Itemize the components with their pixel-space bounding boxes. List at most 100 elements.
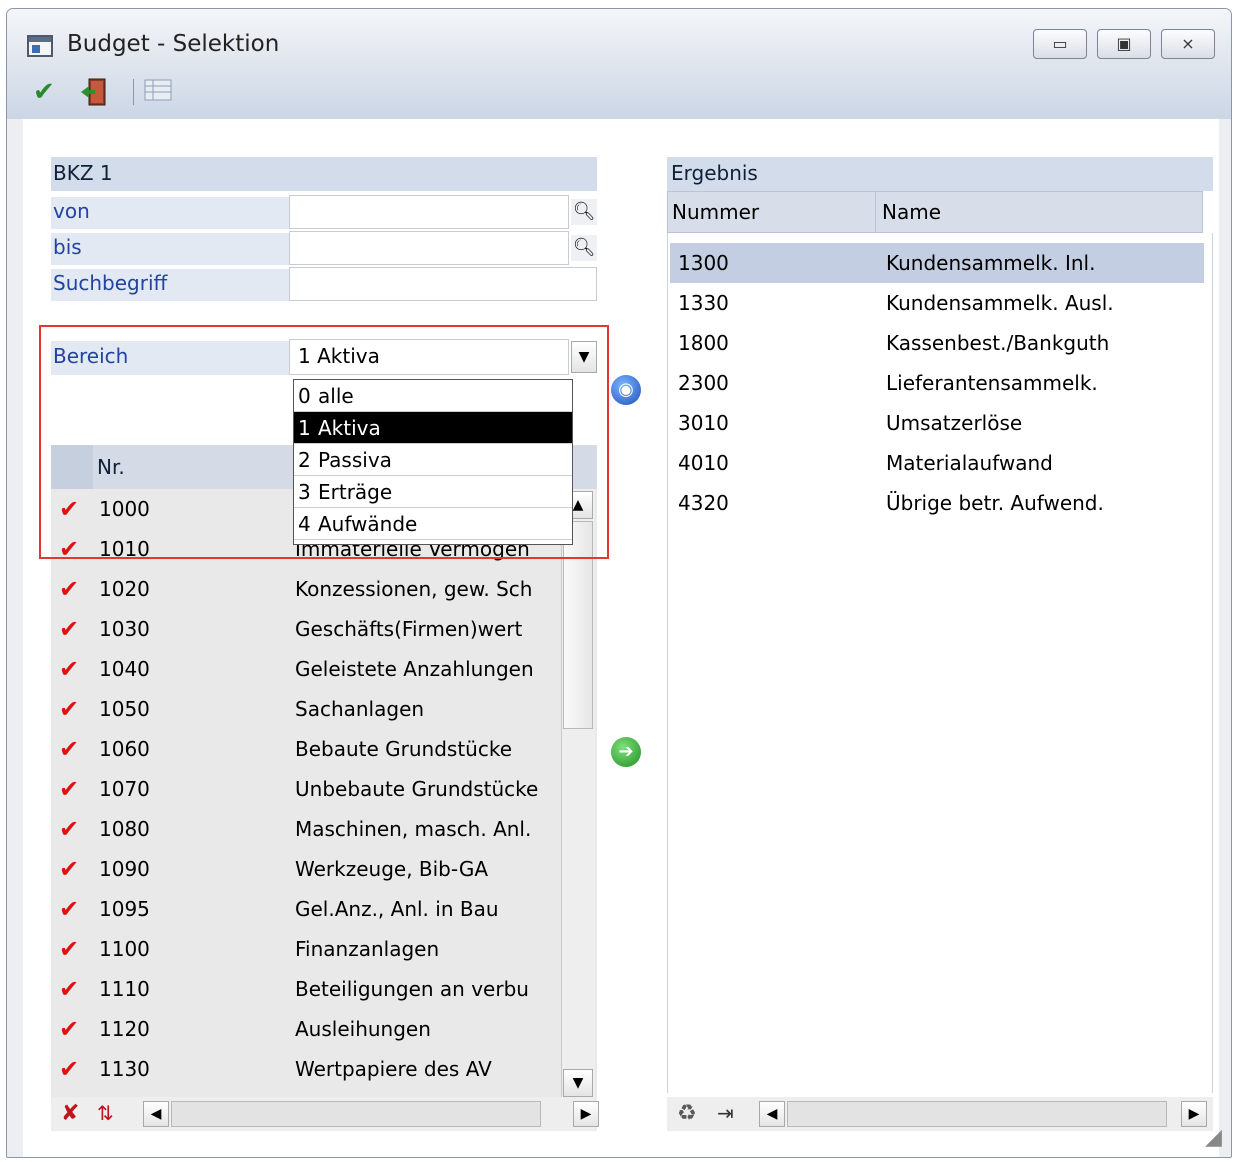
- result-row[interactable]: 1800 Kassenbest./Bankguth: [670, 323, 1204, 363]
- bereich-dropdown-list[interactable]: 0 alle 1 Aktiva 2 Passiva 3 Erträge 4 Aufwände: [293, 379, 573, 545]
- row-name: Bebaute Grundstücke: [295, 737, 513, 761]
- table-row[interactable]: ✔ 1060 Bebaute Grundstücke: [51, 729, 561, 769]
- table-icon[interactable]: [143, 77, 173, 107]
- result-scroll-right-arrow-icon[interactable]: ▶: [1181, 1101, 1207, 1127]
- window-title: Budget - Selektion: [67, 31, 280, 57]
- grid-corner: [51, 445, 93, 489]
- h-scroll-track[interactable]: [171, 1101, 541, 1127]
- von-label: von: [51, 197, 291, 229]
- row-name: Wertpapiere des AV: [295, 1057, 492, 1081]
- table-row[interactable]: ✔ 1095 Gel.Anz., Anl. in Bau: [51, 889, 561, 929]
- row-nr: 1100: [99, 937, 150, 961]
- result-name: Lieferantensammelk.: [886, 371, 1098, 395]
- result-grid-body: 1300 Kundensammelk. Inl. 1330 Kundensammelk…: [667, 233, 1213, 1093]
- option-label: Aufwände: [318, 512, 418, 536]
- table-row[interactable]: ✔ 1110 Beteiligungen an verbu: [51, 969, 561, 1009]
- bis-label: bis: [51, 233, 291, 265]
- checkbox-checked-icon[interactable]: ✔: [59, 817, 83, 841]
- dropdown-option[interactable]: 1 Aktiva: [294, 412, 572, 444]
- scroll-thumb[interactable]: [563, 521, 593, 729]
- result-row[interactable]: 1300 Kundensammelk. Inl.: [670, 243, 1204, 283]
- table-row[interactable]: ✔ 1070 Unbebaute Grundstücke: [51, 769, 561, 809]
- bereich-select[interactable]: 1 Aktiva: [289, 339, 569, 375]
- col-nummer-header[interactable]: Nummer: [668, 192, 876, 232]
- table-row[interactable]: ✔ 1030 Geschäfts(Firmen)wert: [51, 609, 561, 649]
- scroll-right-arrow-icon[interactable]: ▶: [573, 1101, 599, 1127]
- option-key: 4: [298, 512, 311, 536]
- checkbox-checked-icon[interactable]: ✔: [59, 497, 83, 521]
- row-name: Maschinen, masch. Anl.: [295, 817, 532, 841]
- result-name: Kassenbest./Bankguth: [886, 331, 1110, 355]
- table-row[interactable]: ✔ 1050 Sachanlagen: [51, 689, 561, 729]
- transfer-arrow-button[interactable]: ➔: [611, 737, 641, 767]
- option-key: 3: [298, 480, 311, 504]
- table-row[interactable]: ✔ 1090 Werkzeuge, Bib-GA: [51, 849, 561, 889]
- table-row[interactable]: ✔ 1120 Ausleihungen: [51, 1009, 561, 1049]
- result-nummer: 1330: [678, 291, 729, 315]
- result-footer: ♻ ⇥ ◀ ▶: [667, 1097, 1213, 1131]
- result-scroll-left-arrow-icon[interactable]: ◀: [759, 1101, 785, 1127]
- col-nr-header[interactable]: Nr.: [97, 455, 125, 479]
- toolbar: ✔: [7, 67, 1231, 119]
- sort-icon[interactable]: ⇅: [97, 1101, 114, 1125]
- row-nr: 1060: [99, 737, 150, 761]
- result-column-header: Nummer Name: [667, 191, 1203, 233]
- checkbox-checked-icon[interactable]: ✔: [59, 577, 83, 601]
- row-nr: 1030: [99, 617, 150, 641]
- checkbox-checked-icon[interactable]: ✔: [59, 657, 83, 681]
- bis-search-icon[interactable]: 🔍︎: [571, 235, 597, 261]
- left-vertical-scrollbar[interactable]: ▲ ▼: [561, 489, 595, 1101]
- von-field[interactable]: [289, 195, 569, 229]
- suchbegriff-field[interactable]: [289, 267, 597, 301]
- checkbox-checked-icon[interactable]: ✔: [59, 937, 83, 961]
- option-label: Erträge: [318, 480, 393, 504]
- exit-door-icon[interactable]: [79, 77, 113, 107]
- row-name: Geleistete Anzahlungen: [295, 657, 534, 681]
- checkbox-checked-icon[interactable]: ✔: [59, 1057, 83, 1081]
- dropdown-option[interactable]: 2 Passiva: [294, 444, 572, 476]
- checkbox-checked-icon[interactable]: ✔: [59, 777, 83, 801]
- title-bar[interactable]: Budget - Selektion ▭ ▣ ⨯: [7, 9, 1231, 67]
- checkmark-icon[interactable]: ✔: [33, 77, 55, 107]
- von-search-icon[interactable]: 🔍︎: [571, 199, 597, 225]
- minimize-button[interactable]: ▭: [1033, 29, 1087, 59]
- table-row[interactable]: ✔ 1130 Wertpapiere des AV: [51, 1049, 561, 1089]
- checkbox-checked-icon[interactable]: ✔: [59, 1017, 83, 1041]
- refresh-button[interactable]: ◉: [611, 375, 641, 405]
- export-icon[interactable]: ⇥: [717, 1101, 734, 1125]
- resize-grip-icon[interactable]: ◢: [1205, 1125, 1222, 1150]
- bereich-label: Bereich: [51, 341, 291, 375]
- clear-filter-icon[interactable]: ✘: [61, 1101, 79, 1126]
- result-row[interactable]: 1330 Kundensammelk. Ausl.: [670, 283, 1204, 323]
- result-row[interactable]: 3010 Umsatzerlöse: [670, 403, 1204, 443]
- maximize-button[interactable]: ▣: [1097, 29, 1151, 59]
- result-h-scroll-track[interactable]: [787, 1101, 1167, 1127]
- row-name: Ausleihungen: [295, 1017, 431, 1041]
- result-row[interactable]: 4010 Materialaufwand: [670, 443, 1204, 483]
- table-row[interactable]: ✔ 1020 Konzessionen, gew. Sch: [51, 569, 561, 609]
- table-row[interactable]: ✔ 1080 Maschinen, masch. Anl.: [51, 809, 561, 849]
- recycle-bin-icon[interactable]: ♻: [677, 1101, 697, 1126]
- checkbox-checked-icon[interactable]: ✔: [59, 617, 83, 641]
- dropdown-option[interactable]: 3 Erträge: [294, 476, 572, 508]
- bereich-dropdown-arrow-icon[interactable]: ▼: [571, 341, 597, 373]
- checkbox-checked-icon[interactable]: ✔: [59, 857, 83, 881]
- result-nummer: 1800: [678, 331, 729, 355]
- checkbox-checked-icon[interactable]: ✔: [59, 537, 83, 561]
- dropdown-option[interactable]: 4 Aufwände: [294, 508, 572, 540]
- scroll-left-arrow-icon[interactable]: ◀: [143, 1101, 169, 1127]
- checkbox-checked-icon[interactable]: ✔: [59, 897, 83, 921]
- table-row[interactable]: ✔ 1040 Geleistete Anzahlungen: [51, 649, 561, 689]
- option-label: alle: [318, 384, 354, 408]
- bis-field[interactable]: [289, 231, 569, 265]
- result-row[interactable]: 2300 Lieferantensammelk.: [670, 363, 1204, 403]
- dropdown-option[interactable]: 0 alle: [294, 380, 572, 412]
- close-button[interactable]: ⨯: [1161, 29, 1215, 59]
- scroll-down-arrow-icon[interactable]: ▼: [563, 1069, 593, 1097]
- checkbox-checked-icon[interactable]: ✔: [59, 977, 83, 1001]
- checkbox-checked-icon[interactable]: ✔: [59, 737, 83, 761]
- table-row[interactable]: ✔ 1100 Finanzanlagen: [51, 929, 561, 969]
- col-name-header[interactable]: Name: [878, 192, 1198, 232]
- checkbox-checked-icon[interactable]: ✔: [59, 697, 83, 721]
- result-row[interactable]: 4320 Übrige betr. Aufwend.: [670, 483, 1204, 523]
